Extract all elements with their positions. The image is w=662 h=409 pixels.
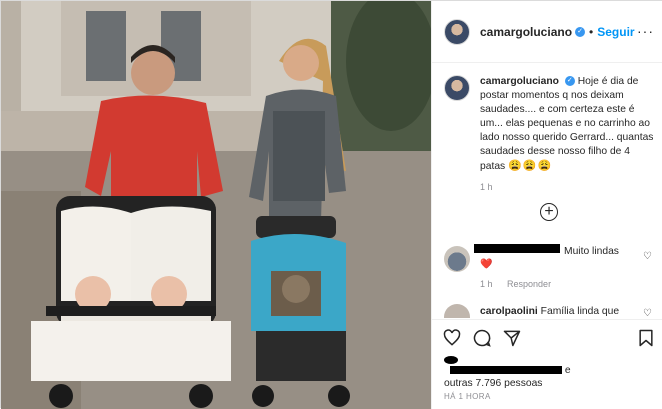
post-header: camargoluciano ✓ • Seguir ··· [432, 1, 662, 63]
commenter-avatar[interactable] [444, 246, 470, 272]
caption: camargoluciano ✓ Hoje é dia de postar mo… [444, 75, 656, 194]
share-icon[interactable] [502, 328, 522, 348]
instagram-post: camargoluciano ✓ • Seguir ··· camargoluc… [0, 0, 662, 409]
comment: carolpaolini Família linda que ♡ [444, 304, 656, 318]
comment-like-heart-icon[interactable]: ♡ [643, 308, 652, 318]
caption-emojis: 😩😩😩 [508, 160, 553, 172]
likes-summary: e outras 7.796 pessoas [444, 364, 571, 390]
verified-icon: ✓ [564, 76, 575, 87]
caption-text: Hoje é dia de postar momentos q nos deix… [480, 76, 654, 172]
caption-avatar[interactable] [444, 75, 470, 101]
reply-button[interactable]: Responder [507, 279, 551, 289]
redacted-username [474, 244, 560, 253]
follow-button[interactable]: Seguir [597, 25, 634, 39]
redacted-liker [450, 366, 562, 375]
comment-time: 1 h [480, 279, 493, 289]
comment-like-heart-icon[interactable]: ♡ [643, 251, 652, 262]
likes-count[interactable]: outras 7.796 pessoas [444, 378, 542, 389]
comment: Muito lindas ♡ ❤️ 1 h Responder [444, 241, 656, 291]
comment-text: Muito lindas [564, 246, 619, 257]
comment-text: Família linda que [540, 306, 620, 317]
caption-username[interactable]: camargoluciano [480, 76, 559, 87]
author-avatar[interactable] [444, 18, 470, 45]
author-username[interactable]: camargoluciano [480, 25, 572, 39]
commenter-avatar[interactable] [444, 304, 470, 318]
separator-dot: • [589, 24, 594, 39]
comment-icon[interactable] [472, 328, 492, 348]
comment-emoji: ❤️ [480, 259, 493, 270]
plus-circle-icon[interactable]: + [540, 203, 558, 221]
comment-username[interactable]: carolpaolini [480, 306, 538, 317]
more-options-icon[interactable]: ··· [637, 23, 654, 39]
likes-suffix: e [564, 365, 571, 376]
verified-icon: ✓ [575, 26, 586, 37]
bookmark-icon[interactable] [636, 328, 656, 348]
post-sidebar: camargoluciano ✓ • Seguir ··· camargoluc… [431, 1, 662, 409]
action-bar: e outras 7.796 pessoas HÁ 1 HORA [432, 319, 662, 409]
liker-avatar [444, 356, 458, 364]
post-photo[interactable] [1, 1, 431, 409]
heart-icon[interactable] [442, 328, 462, 348]
post-age: HÁ 1 HORA [444, 392, 491, 401]
caption-time: 1 h [480, 182, 493, 192]
family-photo-illustration [1, 1, 431, 409]
